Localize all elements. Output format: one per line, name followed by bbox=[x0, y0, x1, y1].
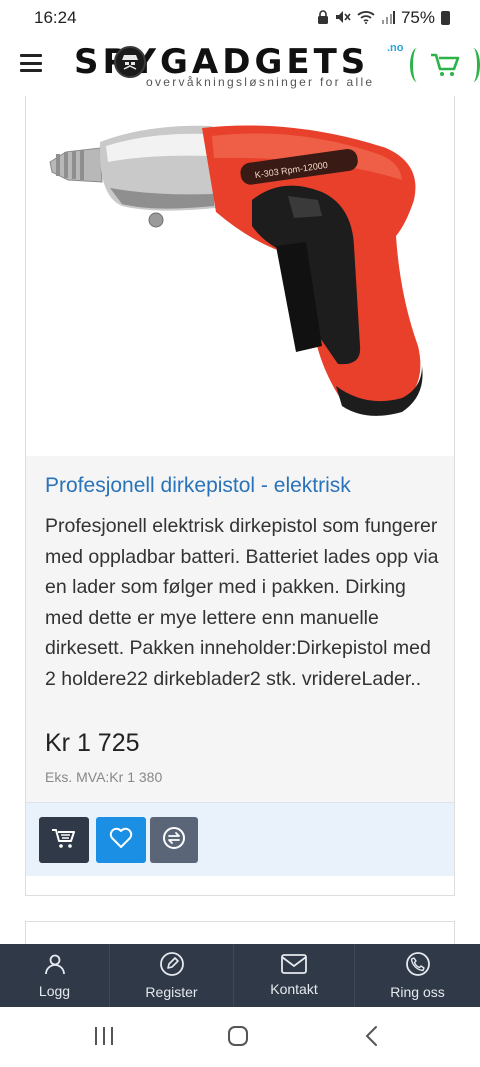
status-icons: 75% bbox=[317, 8, 450, 28]
nav-call[interactable]: Ring oss bbox=[355, 944, 480, 1007]
nav-call-label: Ring oss bbox=[390, 984, 445, 1000]
battery-icon bbox=[441, 11, 450, 25]
battery-percent: 75% bbox=[400, 8, 435, 27]
status-time: 16:24 bbox=[34, 8, 77, 27]
status-bar: 16:24 75% bbox=[0, 0, 480, 36]
cart-icon bbox=[51, 827, 77, 854]
system-nav-bar bbox=[0, 1007, 480, 1067]
user-icon bbox=[43, 952, 67, 979]
compare-icon bbox=[162, 826, 186, 855]
add-to-cart-button[interactable] bbox=[39, 817, 89, 863]
cart-icon bbox=[430, 52, 460, 83]
logo-tagline: overvåkningsløsninger for alle bbox=[146, 75, 375, 89]
site-header: SPYGADGETS .no overvåkningsløsninger for… bbox=[0, 36, 480, 96]
add-to-wishlist-button[interactable] bbox=[96, 817, 146, 863]
nav-contact[interactable]: Kontakt bbox=[234, 944, 355, 1007]
nav-login[interactable]: Logg bbox=[0, 944, 110, 1007]
product-actions bbox=[26, 802, 454, 876]
nav-login-label: Logg bbox=[38, 983, 71, 999]
logo-domain: .no bbox=[387, 42, 404, 54]
wifi-icon bbox=[357, 10, 375, 27]
nav-contact-label: Kontakt bbox=[270, 981, 318, 997]
compare-button[interactable] bbox=[150, 817, 198, 863]
heart-icon bbox=[109, 827, 133, 854]
nav-register[interactable]: Register bbox=[110, 944, 234, 1007]
product-image[interactable]: K-303 Rpm-12000 bbox=[26, 96, 454, 456]
edit-icon bbox=[159, 951, 185, 980]
product-description: Profesjonell elektrisk dirkepistol som f… bbox=[45, 515, 439, 690]
cart-bracket-right bbox=[466, 48, 480, 82]
phone-icon bbox=[405, 951, 431, 980]
spy-mascot-icon bbox=[114, 46, 146, 78]
product-price-ex-vat: Eks. MVA:Kr 1 380 bbox=[45, 769, 163, 785]
product-price: Kr 1 725 bbox=[45, 729, 140, 757]
site-logo[interactable]: SPYGADGETS .no overvåkningsløsninger for… bbox=[74, 42, 410, 90]
cart-bracket-left bbox=[410, 48, 424, 82]
product-info: Profesjonell dirkepistol - elektrisk Pro… bbox=[26, 456, 454, 802]
product-card: K-303 Rpm-12000 Profesjonell dirkepistol… bbox=[25, 96, 455, 896]
menu-icon[interactable] bbox=[20, 54, 42, 72]
mail-icon bbox=[281, 954, 307, 977]
electric-pick-gun-image: K-303 Rpm-12000 bbox=[49, 125, 423, 416]
nav-register-label: Register bbox=[145, 984, 198, 1000]
back-icon[interactable] bbox=[363, 1025, 379, 1052]
recent-apps-icon[interactable] bbox=[93, 1025, 115, 1052]
product-title-link[interactable]: Profesjonell dirkepistol - elektrisk bbox=[45, 474, 351, 498]
header-cart-button[interactable] bbox=[410, 48, 480, 82]
signal-icon bbox=[381, 10, 395, 27]
mute-icon bbox=[335, 10, 351, 27]
home-icon[interactable] bbox=[227, 1025, 249, 1052]
bottom-nav: Logg Register Kontakt Ring oss bbox=[0, 944, 480, 1007]
lock-icon bbox=[317, 9, 329, 27]
